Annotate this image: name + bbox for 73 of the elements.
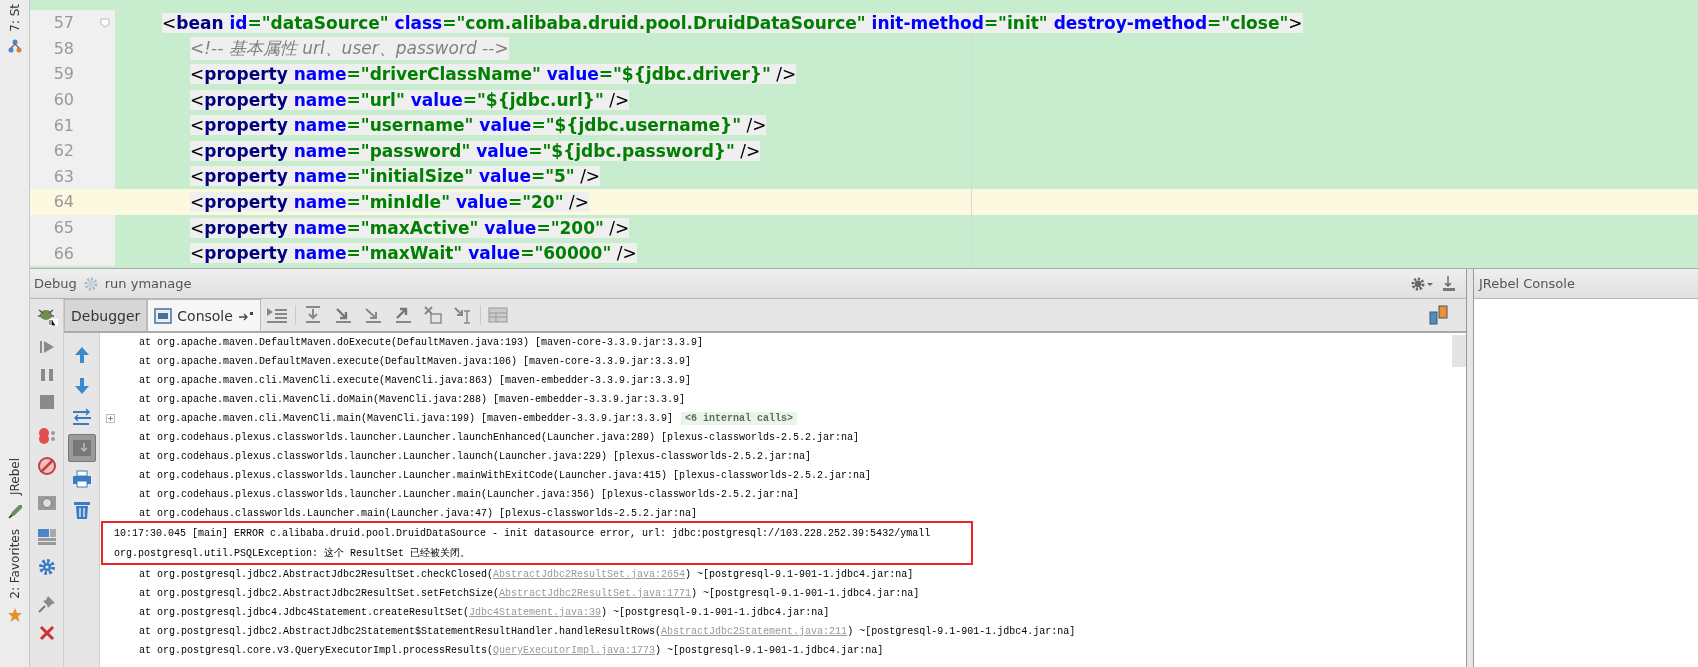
console-text: ) ~[postgresql-9.1-901-1.jdbc4.jar:na] — [601, 607, 830, 618]
down-arrow-icon — [73, 377, 90, 395]
console-text: at org.codehaus.classworlds.Launcher.main(Launcher.java:47) [plexus-classworlds-2.5.2.jar:na] — [139, 508, 698, 519]
camera-icon[interactable] — [36, 493, 57, 511]
gear-icon — [82, 275, 99, 292]
console-text: org.postgresql.util.PSQLException: 这个 ResultSet 已经被关闭。 — [114, 546, 471, 560]
console-text: at org.apache.maven.cli.MavenCli.doMain(MavenCli.java:288) [maven-embedder-3.3.9.jar:3.3.9] — [139, 394, 686, 405]
line-number: 62 — [52, 141, 74, 161]
console-text: at org.apache.maven.DefaultMaven.execute(DefaultMaven.java:106) [maven-core-3.3.9.jar:3.3.9] — [139, 356, 692, 367]
lines-icon[interactable] — [265, 306, 288, 324]
console-text: ) ~[postgresql-9.1-901-1.jdbc4.jar:na] — [685, 569, 914, 580]
tool-window-label[interactable]: 7: St — [7, 0, 22, 34]
console-icon — [154, 307, 173, 324]
console-text: ) ~[postgresql-9.1-901-1.jdbc4.jar:na] — [655, 645, 884, 656]
console-text: at org.postgresql.core.v3.QueryExecutorImpl.processResults( — [139, 645, 494, 656]
scroll-tool-button[interactable] — [67, 434, 96, 462]
pin-arrow-icon — [237, 310, 254, 321]
stop-icon[interactable] — [38, 394, 55, 410]
line-number: 66 — [52, 243, 74, 263]
console-text: at org.apache.maven.cli.MavenCli.execute(MavenCli.java:863) [maven-embedder-3.3.9.jar:3.3.9] — [139, 375, 692, 386]
line-number: 60 — [52, 90, 74, 110]
trash-icon — [72, 500, 91, 520]
threads-icon[interactable] — [1429, 305, 1449, 325]
console-text: at org.apache.maven.DefaultMaven.doExecute(DefaultMaven.java:193) [maven-core-3.3.9.jar:3.3.9] — [139, 337, 704, 348]
tool-window-label[interactable]: JRebel — [7, 454, 22, 500]
console-text: at org.postgresql.jdbc2.AbstractJdbc2ResultSet.setFetchSize( — [139, 588, 500, 599]
console-text: 10:17:30.045 [main] ERROR c.alibaba.druid.pool.DruidDataSource - init datasource error, url: jdbc:postgresql://103.228.252.39:5432/ymall — [114, 528, 931, 539]
panel-title: Debug — [34, 276, 77, 291]
star-icon[interactable] — [6, 607, 23, 623]
console-text: at org.postgresql.jdbc4.Jdbc4Statement.createResultSet( — [139, 607, 470, 618]
splitter[interactable] — [1466, 269, 1474, 667]
run-configuration-label[interactable]: run ymanage — [104, 276, 192, 291]
line-number: 59 — [52, 64, 74, 84]
scrollbar-thumb[interactable] — [1452, 335, 1466, 367]
console-text: at org.postgresql.jdbc2.AbstractJdbc2Statement$StatementResultHandler.handleResultRows( — [139, 626, 662, 637]
console-text: at org.codehaus.plexus.classworlds.launcher.Launcher.launch(Launcher.java:229) [plexus-classworlds-2.5.2.jar:na] — [139, 451, 812, 462]
resume-icon[interactable] — [37, 338, 56, 356]
close-icon[interactable] — [38, 625, 55, 641]
console-text: at org.apache.maven.cli.MavenCli.main(MavenCli.java:199) [maven-embedder-3.3.9.jar:3.3.9] — [139, 413, 674, 424]
wrap-icon — [71, 408, 92, 426]
fold-marker-icon[interactable] — [100, 17, 110, 28]
tool-window-label[interactable]: 2: Favorites — [7, 525, 22, 603]
settings-icon[interactable] — [1410, 275, 1434, 292]
layout-icon[interactable] — [36, 528, 57, 546]
console-text: at org.postgresql.jdbc2.AbstractJdbc2ResultSet.checkClosed( — [139, 569, 494, 580]
folded-calls-label[interactable]: <6 internal calls> — [681, 412, 798, 425]
line-number: 57 — [52, 13, 74, 33]
mute-breakpoints-icon[interactable] — [36, 456, 57, 476]
console-text: at org.codehaus.plexus.classworlds.launcher.Launcher.mainWithExitCode(Launcher.java:415) [plexus-classworlds-2.5.2.jar:na] — [139, 470, 872, 481]
download-icon[interactable] — [1440, 274, 1456, 293]
console-text: at org.codehaus.plexus.classworlds.launcher.Launcher.main(Launcher.java:356) [plexus-classworlds-2.5.2.jar:na] — [139, 489, 800, 500]
structure-icon[interactable] — [6, 37, 23, 54]
cross-frame-icon[interactable] — [422, 306, 443, 324]
console-text: at org.codehaus.plexus.classworlds.launcher.Launcher.launchEnhanced(Launcher.java:289) [plexus-classworlds-2.5.2.jar:na] — [139, 432, 860, 443]
panel-tab[interactable]: Debugger — [64, 299, 148, 331]
pause-icon[interactable] — [38, 367, 55, 383]
line-number: 64 — [52, 192, 74, 212]
panel-title: JRebel Console — [1479, 276, 1575, 291]
scroll-to-end-icon — [71, 439, 92, 457]
printer-icon — [71, 470, 92, 488]
up-arrow-icon — [73, 346, 90, 364]
console-text: ) ~[postgresql-9.1-901-1.jdbc4.jar:na] — [691, 588, 920, 599]
line-number: 61 — [52, 115, 74, 135]
settings-icon[interactable] — [36, 557, 57, 577]
console-text: ) ~[postgresql-9.1-901-1.jdbc4.jar:na] — [847, 626, 1076, 637]
line-number: 58 — [52, 38, 74, 58]
expand-icon[interactable] — [106, 414, 115, 423]
cursor-arrow-icon[interactable] — [452, 306, 473, 324]
table-icon[interactable] — [487, 307, 508, 323]
line-number: 63 — [52, 166, 74, 186]
pin-icon[interactable] — [36, 594, 57, 614]
panel-tab[interactable]: Console — [147, 299, 261, 331]
line-number: 65 — [52, 218, 74, 238]
